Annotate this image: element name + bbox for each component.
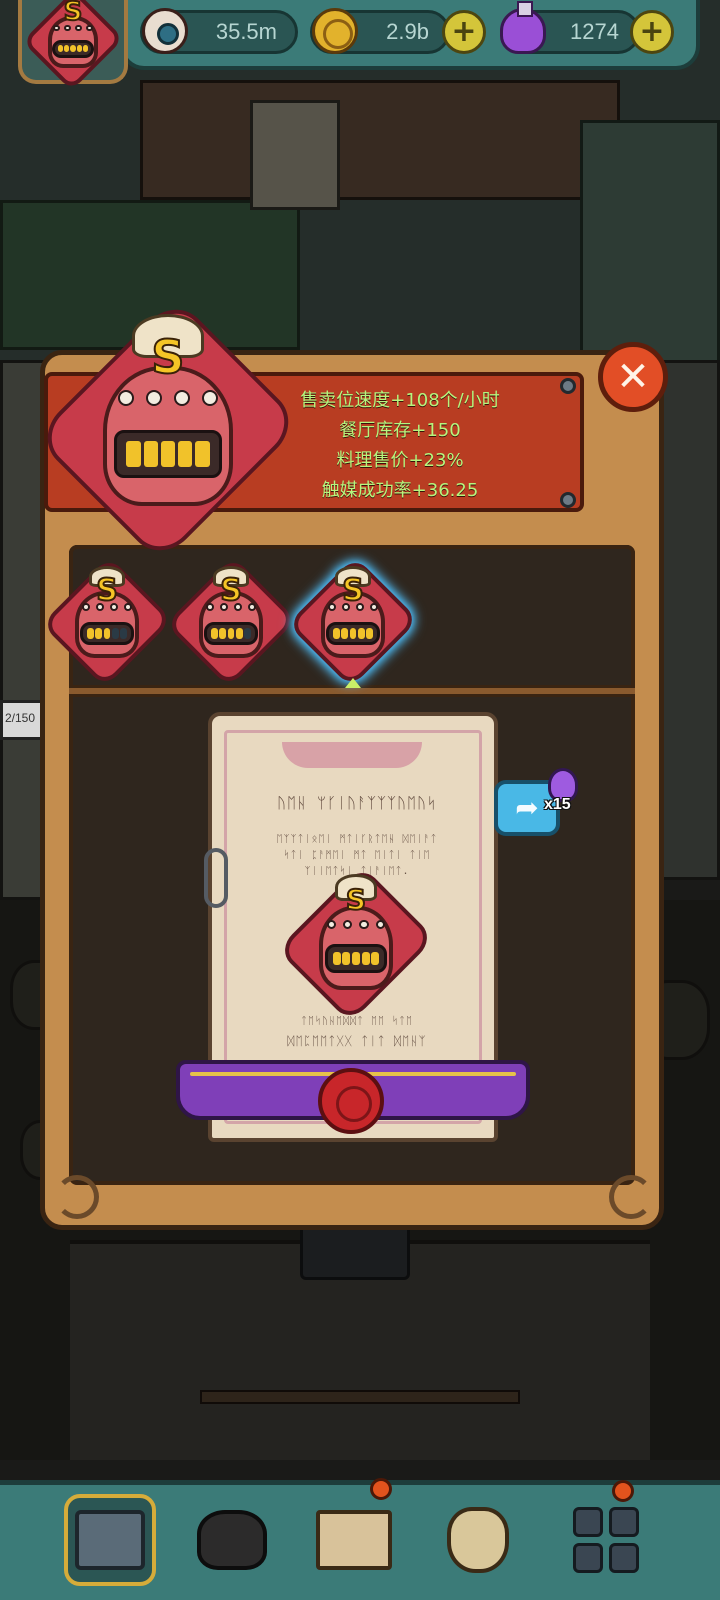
side-progress-label: 2/150 — [5, 711, 36, 725]
monster-eyes — [326, 920, 386, 930]
monster-eyes — [117, 390, 219, 407]
monster-mouth — [52, 40, 94, 58]
stat-catalyst-rate: 触媒成功率+36.25 — [321, 480, 479, 501]
scroll-title: ᚢᛖᚺ ᛘᚴᛁᚢᚨᛉᛉᛉᚢᛖᚢᛋ — [276, 794, 438, 812]
banner-pin — [560, 378, 576, 394]
scroll-text-line: ᛏᛖᛋᚢᚺᛖᛞᛞᛏ ᛖᛖ ᛋᛏᛖ — [300, 1016, 414, 1027]
scroll-text-line: ᛖᛉᛉᛏᛁᛟᛖᛁ ᛗᛏᛁᚴᚱᛏᛖᚺ ᛞᛖᛁᚨᛏ — [276, 834, 438, 845]
eye-count: 35.5m — [215, 19, 277, 44]
add-potions-button[interactable]: + — [630, 10, 674, 54]
grade-letter: S — [95, 572, 119, 608]
corner-swirl-ornament — [609, 1175, 653, 1219]
grade-option-1[interactable]: S — [41, 556, 173, 688]
paperclip-icon — [204, 848, 228, 908]
book-icon — [316, 1510, 392, 1570]
add-coins-button[interactable]: + — [442, 10, 486, 54]
upgrade-stats: 售卖位速度+108个/小时 餐厅库存+150 料理售价+23% 触媒成功率+36… — [250, 388, 550, 504]
monster-mouth — [80, 622, 134, 646]
notification-dot — [612, 1480, 634, 1502]
plus-icon: + — [639, 14, 665, 49]
grade-letter: S — [341, 572, 365, 608]
monster-icon — [197, 1510, 267, 1570]
scroll-text-line: ᛞᛖᛈᛖᛖᛏᚷᚷ ᛏᛁᛏ ᛞᛖᚺᛉ — [287, 1034, 427, 1048]
grid-icon — [573, 1507, 639, 1573]
close-button[interactable]: ✕ — [598, 342, 668, 412]
scroll-text-line: ᛋᛏᛁ ᛈᚨᛗᛖᛁ ᛗᛏ ᛖᛁᛏᛁ ᛏᛁᛖ — [283, 850, 431, 861]
grade-letter: S — [345, 883, 367, 917]
banner-pin — [560, 492, 576, 508]
grade-letter: S — [219, 572, 243, 608]
potion-icon — [500, 1, 546, 54]
coin-icon — [312, 8, 358, 54]
nav-book-button[interactable] — [308, 1494, 400, 1586]
notification-dot — [370, 1478, 392, 1500]
stat-inventory: 餐厅库存+150 — [339, 420, 461, 441]
potion-count: 1274 — [570, 19, 619, 44]
nav-grid-button[interactable] — [560, 1494, 652, 1586]
eyeball-icon — [142, 8, 188, 54]
stat-sell-speed: 售卖位速度+108个/小时 — [300, 390, 500, 411]
grade-letter: S — [63, 0, 84, 27]
resource-bar: S 35.5m 2.9b + 1274 + — [0, 0, 720, 91]
hero-monster-badge: S — [33, 295, 303, 565]
selection-indicator-icon — [345, 678, 361, 688]
avatar-monster-badge: S — [22, 0, 124, 91]
monster-mouth — [324, 944, 388, 973]
grade-option-3[interactable]: S — [287, 556, 419, 688]
player-avatar-button[interactable]: S — [18, 0, 128, 91]
scroll-ornament — [282, 742, 422, 768]
wax-seal-icon — [318, 1068, 384, 1134]
close-icon: ✕ — [616, 354, 650, 400]
grade-option-2[interactable]: S — [165, 556, 297, 688]
nav-bag-button[interactable] — [432, 1494, 524, 1586]
stat-dish-price: 料理售价+23% — [336, 450, 464, 471]
corner-swirl-ornament — [55, 1175, 99, 1219]
scroll-monster-badge: S — [276, 864, 436, 1024]
coin-count: 2.9b — [386, 19, 429, 44]
monster-mouth — [204, 622, 258, 646]
money-bag-icon — [447, 1507, 509, 1573]
monster-mouth — [326, 622, 380, 646]
nav-shop-button[interactable] — [64, 1494, 156, 1586]
plus-icon: + — [451, 14, 477, 49]
monster-mouth — [114, 430, 222, 478]
grade-letter: S — [150, 330, 185, 384]
share-reward-count: x15 — [544, 796, 571, 813]
share-icon: ➦ — [515, 791, 539, 824]
shop-icon — [75, 1510, 145, 1570]
nav-monster-button[interactable] — [186, 1494, 278, 1586]
